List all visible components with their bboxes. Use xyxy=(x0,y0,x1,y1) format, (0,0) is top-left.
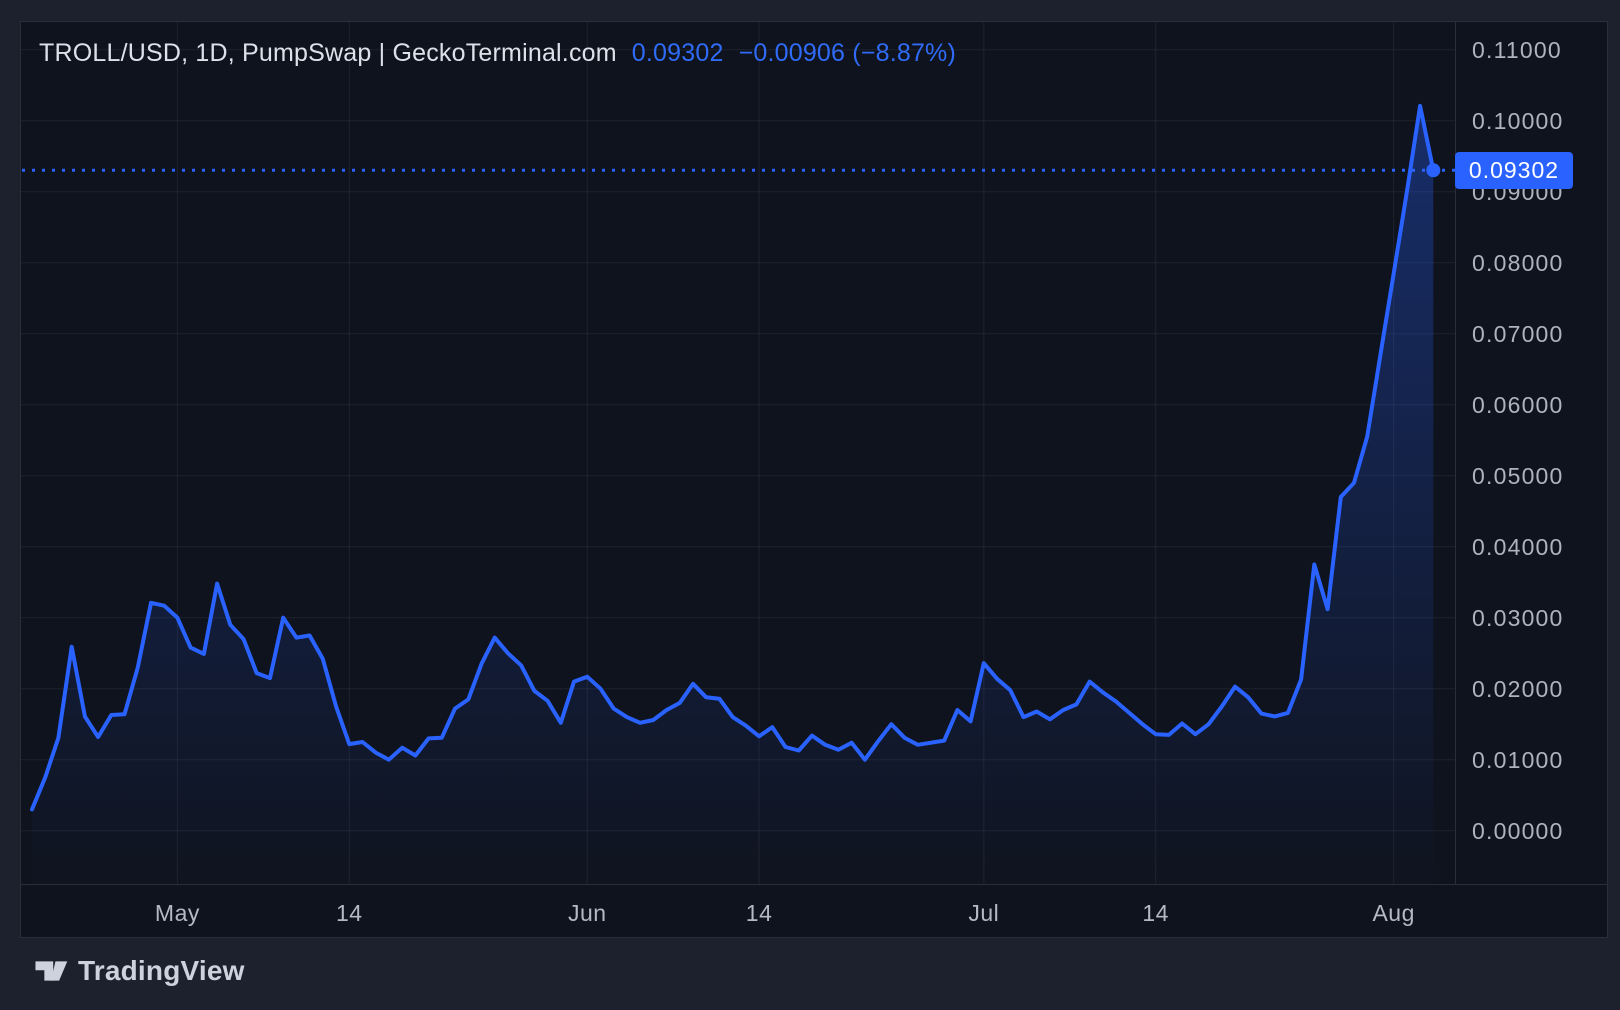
tradingview-logo-icon xyxy=(34,958,68,984)
price-change: −0.00906 (−8.87%) xyxy=(739,39,956,68)
price-axis-label: 0.06000 xyxy=(1472,392,1564,418)
time-axis-label: Jul xyxy=(968,900,999,927)
time-axis-label: 14 xyxy=(746,900,773,927)
time-axis[interactable]: May 14 Jun 14 Jul 14 Aug xyxy=(21,884,1607,938)
price-axis-label: 0.05000 xyxy=(1472,463,1564,489)
time-axis-label: Jun xyxy=(568,900,607,927)
price-axis-label: 0.08000 xyxy=(1472,250,1564,276)
chart-widget[interactable]: TROLL/USD, 1D, PumpSwap | GeckoTerminal.… xyxy=(20,21,1608,938)
price-axis-label: 0.03000 xyxy=(1472,605,1564,631)
symbol-title: TROLL/USD, 1D, PumpSwap | GeckoTerminal.… xyxy=(39,39,617,68)
price-axis-label: 0.00000 xyxy=(1472,818,1564,844)
last-price-value: 0.09302 xyxy=(632,39,724,68)
area-series-fill xyxy=(32,106,1433,884)
time-axis-label: Aug xyxy=(1372,900,1414,927)
price-axis-label: 0.11000 xyxy=(1472,37,1562,63)
time-axis-label: 14 xyxy=(336,900,363,927)
tradingview-logo-text: TradingView xyxy=(78,955,245,987)
time-axis-label: May xyxy=(155,900,200,927)
tradingview-logo[interactable]: TradingView xyxy=(34,952,245,990)
price-axis-label: 0.07000 xyxy=(1472,321,1564,347)
price-axis-label: 0.10000 xyxy=(1472,108,1564,134)
last-price-dot xyxy=(1426,163,1440,177)
last-price-badge-label: 0.09302 xyxy=(1469,157,1559,184)
price-axis-label: 0.01000 xyxy=(1472,747,1564,773)
screenshot-root: TROLL/USD, 1D, PumpSwap | GeckoTerminal.… xyxy=(0,0,1620,1010)
time-axis-label: 14 xyxy=(1142,900,1169,927)
price-axis-label: 0.02000 xyxy=(1472,676,1564,702)
last-price-badge: 0.09302 xyxy=(1455,152,1573,189)
chart-canvas[interactable] xyxy=(21,22,1607,884)
price-axis-label: 0.04000 xyxy=(1472,534,1564,560)
chart-legend: TROLL/USD, 1D, PumpSwap | GeckoTerminal.… xyxy=(39,36,956,70)
